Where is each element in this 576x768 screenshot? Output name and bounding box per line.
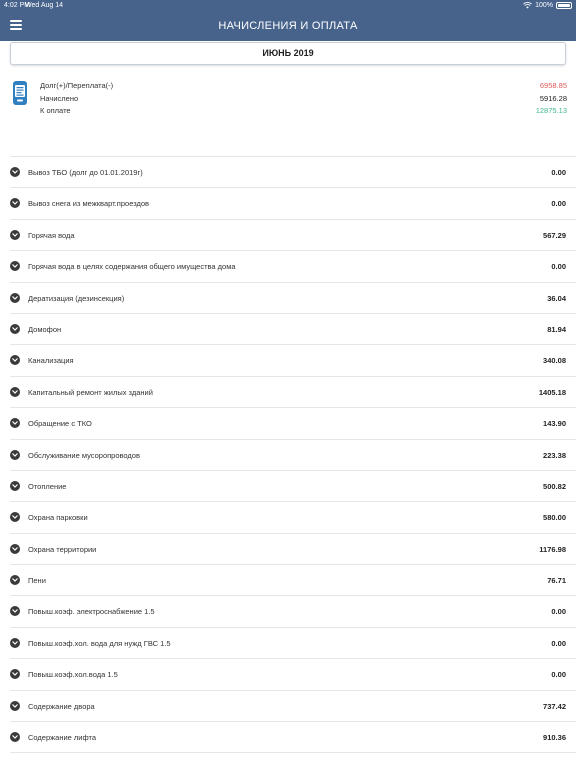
list-item[interactable]: Вывоз снега из межкварт.проездов 0.00 <box>10 188 576 220</box>
item-name: Отопление <box>28 481 67 491</box>
item-amount: 580.00 <box>543 513 566 523</box>
list-item[interactable]: Вывоз ТБО (долг до 01.01.2019г) 0.00 <box>10 157 576 189</box>
to-pay-row: К оплате 12875.13 <box>40 105 567 117</box>
list-item[interactable]: Обслуживание мусоропроводов 223.38 <box>10 440 576 471</box>
list-item[interactable]: Дератизация (дезинсекция) 36.04 <box>10 283 576 314</box>
chevron-down-icon[interactable] <box>10 575 20 586</box>
list-item[interactable]: Повыш.коэф. электроснабжение 1.5 0.00 <box>10 596 576 628</box>
charged-label: Начислено <box>40 94 79 103</box>
status-date: Wed Aug 14 <box>25 2 64 9</box>
list-item[interactable]: Домофон 81.94 <box>10 314 576 346</box>
item-name: Дератизация (дезинсекция) <box>28 293 125 303</box>
list-item[interactable]: Содержание двора 737.42 <box>10 691 576 723</box>
account-summary: Долг(+)/Переплата(-) 6958.85 Начислено 5… <box>0 78 576 120</box>
item-amount: 0.00 <box>551 199 566 209</box>
item-name: Охрана парковки <box>28 513 88 523</box>
item-amount: 0.00 <box>551 607 566 617</box>
charged-row: Начислено 5916.28 <box>40 93 567 105</box>
battery-percent: 100% <box>535 2 553 9</box>
item-name: Вывоз снега из межкварт.проездов <box>28 199 150 209</box>
item-amount: 36.04 <box>547 293 566 303</box>
item-amount: 340.08 <box>543 356 566 366</box>
item-name: Обращение с ТКО <box>28 419 92 429</box>
battery-icon <box>556 2 572 9</box>
status-right: 100% <box>523 0 572 11</box>
chevron-down-icon[interactable] <box>10 700 20 711</box>
to-pay-label: К оплате <box>40 106 71 115</box>
item-amount: 1176.98 <box>539 544 566 554</box>
chevron-down-icon[interactable] <box>10 732 20 743</box>
item-name: Содержание лифта <box>28 733 97 743</box>
item-amount: 1405.18 <box>538 387 566 397</box>
chevron-down-icon[interactable] <box>10 637 20 648</box>
chevron-down-icon[interactable] <box>10 198 20 209</box>
list-item[interactable]: Пени 76.71 <box>10 565 576 597</box>
chevron-down-icon[interactable] <box>10 167 20 177</box>
item-amount: 76.71 <box>547 576 566 586</box>
item-amount: 223.38 <box>543 450 566 460</box>
chevron-down-icon[interactable] <box>10 323 20 334</box>
item-amount: 737.42 <box>543 701 566 711</box>
list-item[interactable]: Охрана парковки 580.00 <box>10 502 576 534</box>
nav-bar: НАЧИСЛЕНИЯ И ОПЛАТА <box>0 11 576 41</box>
debt-row: Долг(+)/Переплата(-) 6958.85 <box>40 80 567 92</box>
list-item[interactable]: Повыш.коэф.хол. вода для нужд ГВС 1.5 0.0… <box>10 628 576 660</box>
debt-label: Долг(+)/Переплата(-) <box>40 81 114 90</box>
item-name: Повыш.коэф.хол.вода 1.5 <box>28 670 118 680</box>
charges-list: Вывоз ТБО (долг до 01.01.2019г) 0.00 Выво… <box>0 157 576 754</box>
page-title: НАЧИСЛЕНИЯ И ОПЛАТА <box>218 20 358 32</box>
chevron-down-icon[interactable] <box>10 543 20 554</box>
chevron-down-icon[interactable] <box>10 606 20 617</box>
list-item[interactable]: Охрана территории 1176.98 <box>10 534 576 566</box>
item-amount: 500.82 <box>543 481 566 491</box>
item-name: Вывоз ТБО (долг до 01.01.2019г) <box>28 168 143 177</box>
item-amount: 567.29 <box>543 230 566 240</box>
charged-value: 5916.28 <box>539 94 567 103</box>
item-amount: 0.00 <box>551 638 566 648</box>
chevron-down-icon[interactable] <box>10 292 20 303</box>
list-item[interactable]: Капитальный ремонт жилых зданий 1405.18 <box>10 377 576 409</box>
chevron-down-icon[interactable] <box>10 355 20 366</box>
chevron-down-icon[interactable] <box>10 480 20 491</box>
item-name: Горячая вода в целях содержания общего и… <box>28 262 236 272</box>
list-item[interactable]: Горячая вода 567.29 <box>10 220 576 252</box>
item-amount: 910.36 <box>543 733 566 743</box>
item-name: Капитальный ремонт жилых зданий <box>28 387 153 397</box>
item-amount: 0.00 <box>551 670 566 680</box>
item-amount: 143.90 <box>543 419 566 429</box>
item-amount: 0.00 <box>551 262 566 272</box>
list-item[interactable]: Обращение с ТКО 143.90 <box>10 408 576 440</box>
item-name: Канализация <box>28 356 74 366</box>
item-amount: 0.00 <box>551 168 566 177</box>
chevron-down-icon[interactable] <box>10 669 20 680</box>
debt-value: 6958.85 <box>539 81 567 90</box>
item-name: Обслуживание мусоропроводов <box>28 450 140 460</box>
list-item[interactable]: Горячая вода в целях содержания общего и… <box>10 251 576 283</box>
list-item[interactable]: Повыш.коэф.хол.вода 1.5 0.00 <box>10 659 576 691</box>
to-pay-value: 12875.13 <box>535 106 567 115</box>
chevron-down-icon[interactable] <box>10 418 20 429</box>
item-amount: 81.94 <box>547 324 566 334</box>
item-name: Домофон <box>28 324 62 334</box>
item-name: Повыш.коэф.хол. вода для нужд ГВС 1.5 <box>28 638 171 648</box>
item-name: Повыш.коэф. электроснабжение 1.5 <box>28 607 155 617</box>
item-name: Горячая вода <box>28 230 75 240</box>
item-name: Содержание двора <box>28 701 95 711</box>
chevron-down-icon[interactable] <box>10 386 20 397</box>
list-item[interactable]: Отопление 500.82 <box>10 471 576 503</box>
item-name: Пени <box>28 576 46 586</box>
list-item[interactable]: Канализация 340.08 <box>10 345 576 377</box>
chevron-down-icon[interactable] <box>10 261 20 272</box>
item-name: Охрана территории <box>28 544 97 554</box>
wifi-icon <box>523 2 532 9</box>
receipt-app-icon <box>13 81 27 105</box>
status-bar: 4:02 PM Wed Aug 14 100% <box>0 0 576 11</box>
list-item[interactable]: Содержание лифта 910.36 <box>10 722 576 754</box>
period-selector-button[interactable]: ИЮНЬ 2019 <box>10 42 566 65</box>
chevron-down-icon[interactable] <box>10 512 20 523</box>
chevron-down-icon[interactable] <box>10 449 20 460</box>
chevron-down-icon[interactable] <box>10 229 20 240</box>
